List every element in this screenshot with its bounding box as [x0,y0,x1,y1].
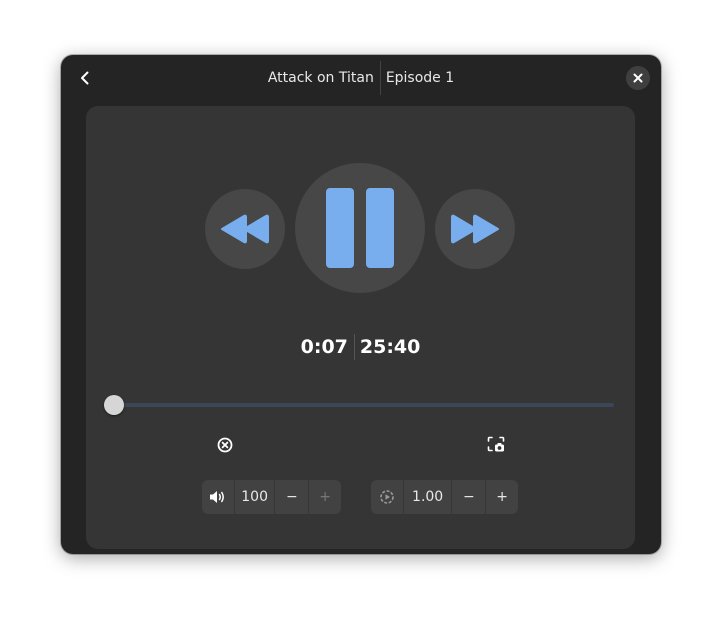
seek-slider[interactable] [104,395,614,415]
window-close-icon [633,73,643,83]
stop-circle-icon [217,437,233,453]
volume-decrease-button[interactable]: − [274,480,308,514]
close-button[interactable] [626,66,650,90]
seek-backward-icon [221,214,269,244]
player-card: 0:07 25:40 100 − + 1.00 − + [86,106,635,549]
volume-control: 100 − + [202,480,341,514]
total-time: 25:40 [359,336,421,358]
play-pause-button[interactable] [295,163,425,293]
volume-icon-button[interactable] [202,480,234,514]
stop-button[interactable] [212,432,238,458]
seek-trough [104,403,614,407]
playback-speed-icon [380,490,394,504]
speed-icon-button[interactable] [371,480,403,514]
pause-icon [326,188,394,268]
speed-decrease-button[interactable]: − [451,480,485,514]
speed-increase-button[interactable]: + [485,480,518,514]
rewind-button[interactable] [205,189,285,269]
volume-value[interactable]: 100 [233,480,275,514]
screenshot-button[interactable] [483,432,509,458]
volume-increase-button[interactable]: + [308,480,341,514]
speed-value[interactable]: 1.00 [402,480,452,514]
speed-control: 1.00 − + [371,480,518,514]
seek-handle[interactable] [104,395,124,415]
seek-forward-icon [451,214,499,244]
time-display: 0:07 25:40 [86,334,635,360]
show-title: Attack on Titan [267,70,374,86]
episode-title: Episode 1 [385,70,455,86]
header-bar: Attack on Titan Episode 1 [61,55,661,101]
fast-forward-button[interactable] [435,189,515,269]
elapsed-time: 0:07 [300,336,348,358]
screenshot-camera-icon [487,436,505,452]
player-window: Attack on Titan Episode 1 0:07 25:40 100… [61,55,661,554]
title-group: Attack on Titan Episode 1 [61,55,661,101]
speaker-volume-icon [209,491,224,503]
